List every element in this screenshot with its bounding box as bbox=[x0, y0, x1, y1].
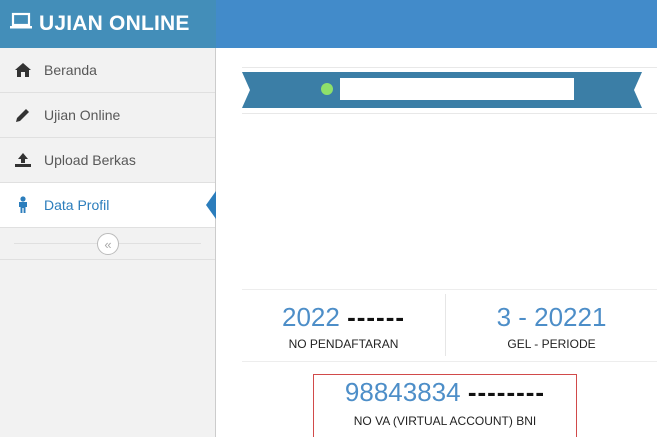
divider bbox=[242, 67, 657, 68]
sidebar-item-data-profil[interactable]: Data Profil bbox=[0, 183, 216, 228]
sidebar-collapse-button[interactable]: « bbox=[97, 233, 119, 255]
period-label: GEL - PERIODE bbox=[507, 337, 596, 351]
app-title: UJIAN ONLINE bbox=[39, 12, 190, 35]
laptop-icon bbox=[10, 12, 32, 36]
app-brand[interactable]: UJIAN ONLINE bbox=[0, 0, 216, 48]
sidebar-item-label: Data Profil bbox=[44, 197, 110, 213]
divider bbox=[242, 289, 657, 290]
user-icon bbox=[12, 196, 34, 214]
sidebar-item-ujian-online[interactable]: Ujian Online bbox=[0, 93, 215, 138]
period-stat: 3 - 20221 GEL - PERIODE bbox=[446, 302, 657, 351]
virtual-account-number: 98843834 bbox=[344, 377, 461, 407]
registration-number: 2022 bbox=[281, 302, 340, 332]
registration-number-label: NO PENDAFTARAN bbox=[288, 337, 399, 351]
registration-number-value: 2022 ------ bbox=[242, 302, 445, 333]
virtual-account-value: 98843834 -------- bbox=[314, 377, 576, 408]
virtual-account-masked: -------- bbox=[467, 377, 546, 407]
sidebar-item-beranda[interactable]: Beranda bbox=[0, 48, 215, 93]
registration-number-masked: ------ bbox=[347, 302, 406, 332]
sidebar-item-label: Ujian Online bbox=[44, 107, 121, 123]
banner-text-area bbox=[340, 78, 574, 100]
active-indicator bbox=[206, 191, 216, 219]
divider bbox=[242, 361, 657, 362]
pencil-icon bbox=[12, 106, 34, 124]
period-value: 3 - 20221 bbox=[496, 302, 607, 332]
virtual-account-label: NO VA (VIRTUAL ACCOUNT) BNI bbox=[353, 414, 537, 428]
sidebar-item-label: Upload Berkas bbox=[44, 152, 136, 168]
sidebar-collapse-row: « bbox=[0, 228, 215, 260]
divider bbox=[242, 113, 657, 114]
home-icon bbox=[12, 61, 34, 79]
sidebar-item-upload-berkas[interactable]: Upload Berkas bbox=[0, 138, 215, 183]
double-chevron-left-icon: « bbox=[104, 236, 112, 252]
upload-icon bbox=[12, 151, 34, 169]
status-dot bbox=[321, 83, 333, 95]
registration-number-stat: 2022 ------ NO PENDAFTARAN bbox=[242, 302, 445, 351]
virtual-account-box: 98843834 -------- NO VA (VIRTUAL ACCOUNT… bbox=[313, 374, 577, 437]
main-content: 2022 ------ NO PENDAFTARAN 3 - 20221 GEL… bbox=[217, 48, 657, 437]
sidebar-item-label: Beranda bbox=[44, 62, 97, 78]
sidebar: Beranda Ujian Online Upload Berkas Data … bbox=[0, 48, 216, 437]
